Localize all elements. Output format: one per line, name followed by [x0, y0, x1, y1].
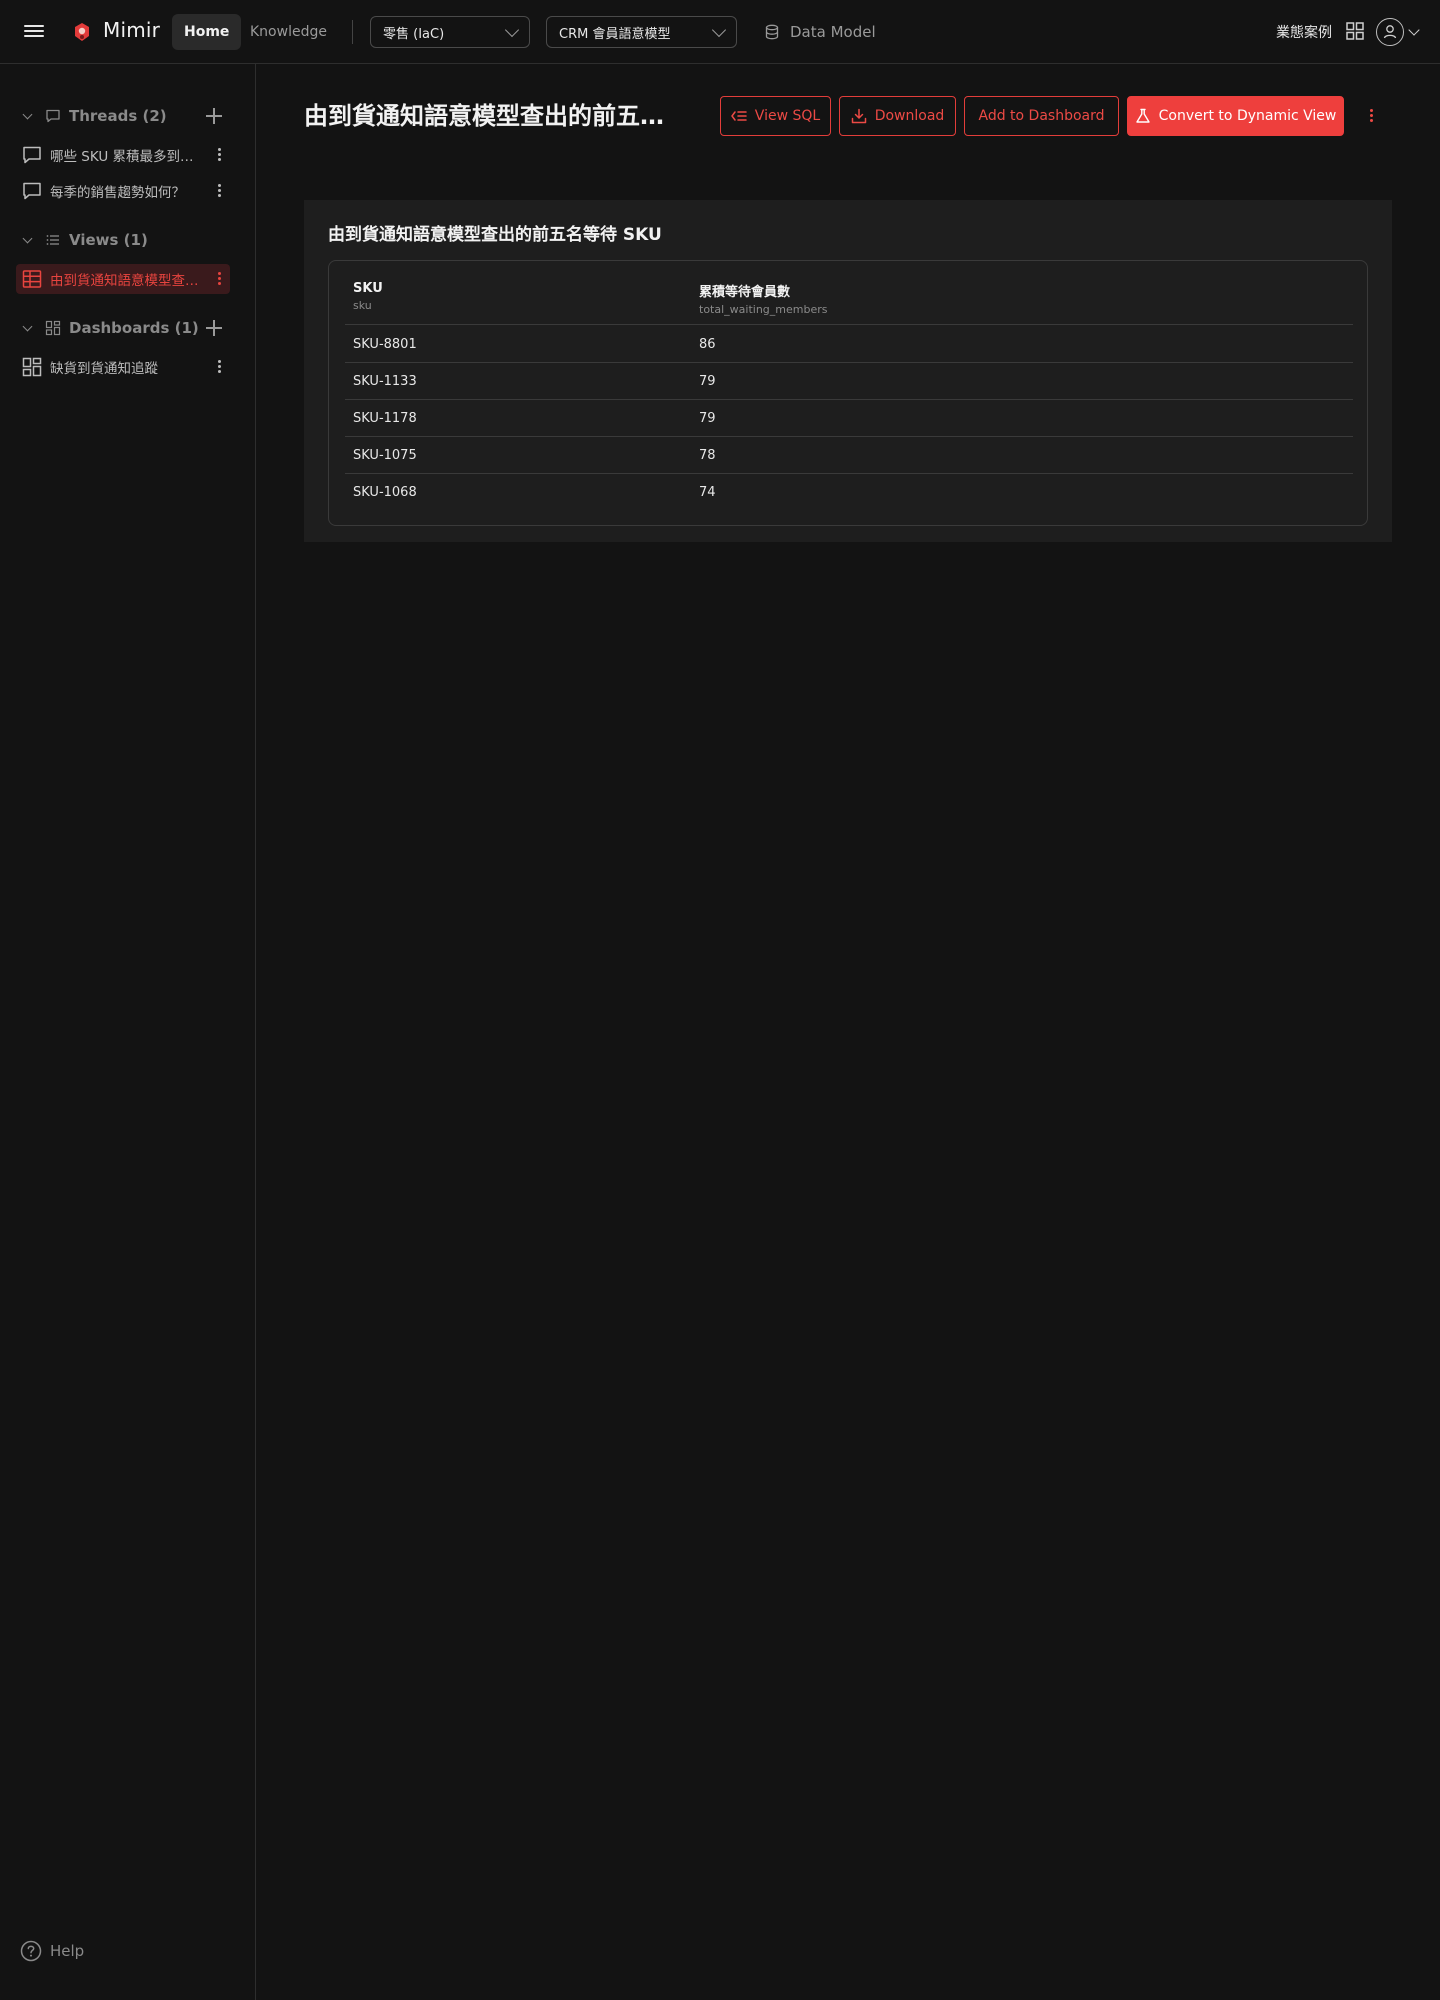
help-label: Help — [50, 1942, 85, 1960]
table-cell: SKU-1075 — [353, 448, 417, 463]
download-icon — [851, 108, 866, 124]
table-icon — [22, 270, 42, 288]
grid-icon[interactable] — [1346, 22, 1364, 40]
hamburger-icon[interactable] — [24, 22, 44, 42]
chevron-down-icon — [22, 109, 33, 119]
chevron-down-icon — [711, 22, 727, 38]
view-sql-button[interactable]: View SQL — [720, 96, 831, 136]
more-options-icon[interactable] — [218, 360, 222, 374]
table-cell: 86 — [699, 337, 716, 352]
column-header-sku[interactable]: SKU sku — [353, 281, 383, 312]
download-label: Download — [874, 108, 945, 124]
column-field: sku — [353, 299, 372, 312]
table-cell: SKU-1068 — [353, 485, 417, 500]
result-card: 由到貨通知語意模型查出的前五名等待 SKU SKU sku 累積等待會員數 to… — [304, 200, 1392, 542]
table-row: SKU-8801 86 — [345, 326, 1353, 363]
table-row: SKU-1068 74 — [345, 474, 1353, 511]
more-options-icon[interactable] — [1370, 109, 1374, 123]
more-options-icon[interactable] — [218, 184, 222, 198]
column-label: 累積等待會員數 — [699, 285, 791, 300]
project-select[interactable]: 零售 (IaC) — [370, 16, 530, 48]
sidebar-item-thread[interactable]: 每季的銷售趨勢如何？ — [16, 176, 230, 206]
chat-bubble-icon — [46, 109, 60, 123]
list-icon — [46, 235, 59, 245]
more-options-icon[interactable] — [218, 148, 222, 162]
sidebar-item-label: 缺貨到貨通知追蹤 — [50, 361, 158, 377]
dashboard-icon — [22, 357, 42, 377]
card-title: 由到貨通知語意模型查出的前五名等待 SKU — [328, 225, 662, 245]
sidebar: Threads (2) 哪些 SKU 累積最多到貨通知 每季的銷售趨勢如何？ V… — [0, 64, 256, 2000]
chevron-down-icon — [22, 233, 33, 243]
help-link[interactable]: Help — [20, 1940, 84, 1962]
more-options-icon[interactable] — [218, 272, 222, 286]
table-cell: 79 — [699, 374, 716, 389]
view-sql-label: View SQL — [754, 108, 821, 124]
add-to-dashboard-label: Add to Dashboard — [978, 108, 1105, 124]
project-select-value: 零售 (IaC) — [383, 26, 445, 42]
dashboards-section-title: Dashboards (1) — [69, 319, 199, 337]
table-cell: 79 — [699, 411, 716, 426]
model-select[interactable]: CRM 會員語意模型 — [546, 16, 737, 48]
user-icon — [1383, 25, 1397, 39]
result-table: SKU sku 累積等待會員數 total_waiting_members SK… — [328, 260, 1368, 526]
case-studies-link[interactable]: 業態案例 — [1276, 22, 1332, 42]
top-bar: Mimir Home Knowledge 零售 (IaC) CRM 會員語意模型… — [0, 0, 1440, 64]
column-header-waiting-members[interactable]: 累積等待會員數 total_waiting_members — [699, 281, 827, 316]
nav-divider — [352, 20, 353, 44]
brand-name[interactable]: Mimir — [103, 18, 160, 42]
add-dashboard-sidebar-button[interactable] — [204, 318, 224, 338]
chevron-down-icon[interactable] — [1408, 24, 1420, 36]
views-section-title: Views (1) — [69, 231, 148, 249]
tab-home[interactable]: Home — [172, 14, 242, 50]
chevron-down-icon — [22, 321, 33, 331]
sidebar-item-dashboard[interactable]: 缺貨到貨通知追蹤 — [16, 352, 230, 382]
sidebar-item-thread[interactable]: 哪些 SKU 累積最多到貨通知 — [16, 140, 230, 170]
convert-dynamic-view-button[interactable]: Convert to Dynamic View — [1127, 96, 1344, 136]
table-cell: 74 — [699, 485, 716, 500]
table-row: SKU-1133 79 — [345, 363, 1353, 400]
tab-knowledge[interactable]: Knowledge — [238, 14, 339, 50]
user-avatar[interactable] — [1376, 18, 1404, 46]
chat-bubble-icon — [23, 146, 41, 164]
mimir-logo-icon — [75, 23, 89, 41]
dashboard-icon — [45, 320, 61, 336]
sidebar-item-label: 每季的銷售趨勢如何？ — [50, 185, 185, 201]
views-section-header[interactable]: Views (1) — [20, 228, 148, 252]
help-icon — [20, 1940, 42, 1962]
sidebar-item-label: 由到貨通知語意模型查出的前五名等待 SKU — [50, 273, 200, 289]
add-thread-button[interactable] — [204, 106, 224, 126]
sidebar-item-view[interactable]: 由到貨通知語意模型查出的前五名等待 SKU — [16, 264, 230, 294]
threads-section-header[interactable]: Threads (2) — [20, 104, 167, 128]
chat-bubble-icon — [23, 182, 41, 200]
table-row: SKU-1178 79 — [345, 400, 1353, 437]
table-header: SKU sku 累積等待會員數 total_waiting_members — [345, 281, 1353, 325]
column-field: total_waiting_members — [699, 303, 828, 316]
convert-dynamic-view-label: Convert to Dynamic View — [1158, 108, 1337, 124]
database-icon — [765, 24, 779, 40]
table-cell: 78 — [699, 448, 716, 463]
table-row: SKU-1075 78 — [345, 437, 1353, 474]
model-select-value: CRM 會員語意模型 — [559, 26, 671, 42]
sidebar-item-label: 哪些 SKU 累積最多到貨通知 — [50, 149, 200, 165]
add-to-dashboard-button[interactable]: Add to Dashboard — [964, 96, 1119, 136]
dashboards-section-header[interactable]: Dashboards (1) — [20, 316, 199, 340]
flask-icon — [1135, 108, 1150, 123]
code-list-icon — [731, 111, 747, 121]
table-cell: SKU-1178 — [353, 411, 417, 426]
page-title: 由到貨通知語意模型查出的前五名等待 SKU — [304, 102, 664, 130]
data-model-link[interactable]: Data Model — [764, 16, 876, 48]
chevron-down-icon — [504, 22, 520, 38]
table-cell: SKU-1133 — [353, 374, 417, 389]
download-button[interactable]: Download — [839, 96, 956, 136]
data-model-label: Data Model — [790, 23, 876, 41]
table-cell: SKU-8801 — [353, 337, 417, 352]
threads-section-title: Threads (2) — [69, 107, 167, 125]
column-label: SKU — [353, 281, 383, 296]
